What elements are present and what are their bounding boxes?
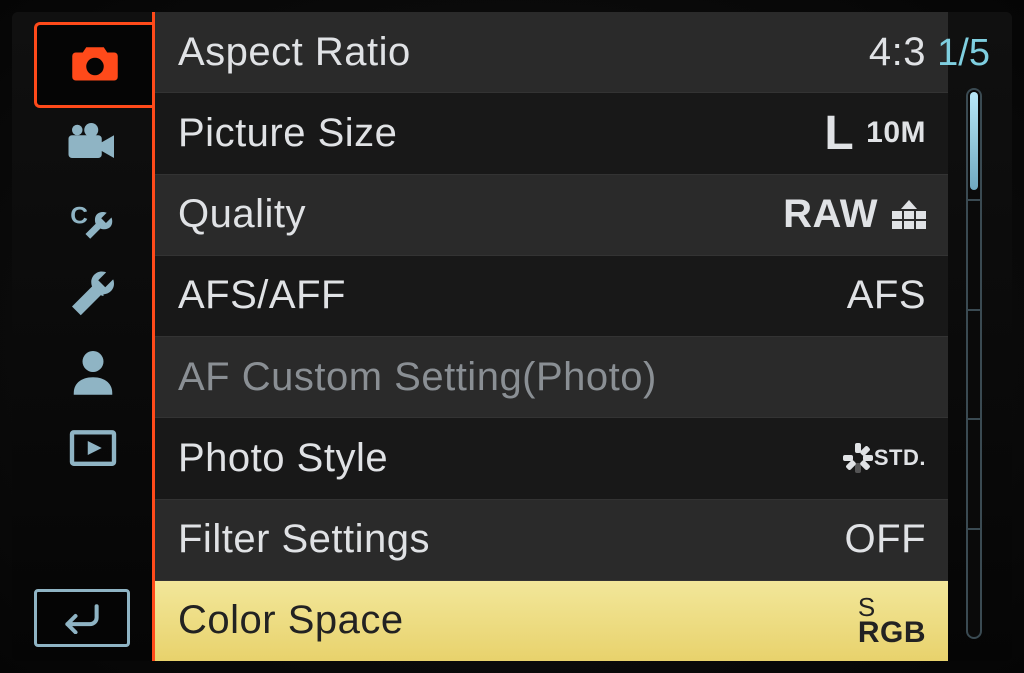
row-label: Aspect Ratio <box>178 30 411 75</box>
wrench-icon <box>65 268 121 329</box>
row-value: 4:3 <box>869 30 926 75</box>
row-label: AFS/AFF <box>178 273 346 318</box>
row-aspect-ratio[interactable]: Aspect Ratio 4:3 <box>152 12 948 93</box>
tab-my-menu[interactable] <box>34 336 152 412</box>
row-value: S RGB <box>858 596 926 646</box>
back-arrow-icon <box>56 598 108 639</box>
person-icon <box>65 344 121 405</box>
tab-playback[interactable] <box>34 412 152 488</box>
row-label: Filter Settings <box>178 517 430 562</box>
row-picture-size[interactable]: Picture Size L 10M <box>152 93 948 174</box>
active-tab-border <box>152 12 155 661</box>
menu-list: Aspect Ratio 4:3 Picture Size L 10M Qual… <box>152 12 948 661</box>
row-label: Picture Size <box>178 111 397 156</box>
page-indicator: 1/5 <box>937 32 990 75</box>
row-label: Quality <box>178 192 306 237</box>
row-photo-style[interactable]: Photo Style STD. <box>152 418 948 499</box>
row-value: OFF <box>845 517 926 562</box>
row-label: Color Space <box>178 598 404 643</box>
svg-text:C: C <box>70 202 88 229</box>
row-label: Photo Style <box>178 436 388 481</box>
custom-wrench-icon: C <box>65 192 121 253</box>
back-button[interactable] <box>34 589 130 647</box>
row-value: STD. <box>840 443 926 473</box>
tab-rec-photo[interactable] <box>34 22 152 108</box>
camera-icon <box>67 35 123 96</box>
row-afs-aff[interactable]: AFS/AFF AFS <box>152 256 948 337</box>
quality-fine-icon <box>892 200 926 229</box>
row-value: AFS <box>847 273 926 318</box>
playback-icon <box>65 420 121 481</box>
tab-rec-video[interactable] <box>34 108 152 184</box>
row-value: RAW <box>783 192 926 237</box>
row-label: AF Custom Setting(Photo) <box>178 355 657 400</box>
photo-style-std-icon: STD. <box>840 443 926 473</box>
row-value: L 10M <box>824 106 926 161</box>
tab-custom[interactable]: C <box>34 184 152 260</box>
row-color-space[interactable]: Color Space S RGB <box>152 581 948 661</box>
video-icon <box>65 116 121 177</box>
row-filter-settings[interactable]: Filter Settings OFF <box>152 500 948 581</box>
row-quality[interactable]: Quality RAW <box>152 175 948 256</box>
camera-menu-screen: 1/5 C <box>12 12 1012 661</box>
tab-setup[interactable] <box>34 260 152 336</box>
sidebar-tabs: C <box>12 12 152 661</box>
scrollbar[interactable] <box>966 88 982 639</box>
scrollbar-thumb[interactable] <box>970 92 978 190</box>
row-af-custom: AF Custom Setting(Photo) <box>152 337 948 418</box>
